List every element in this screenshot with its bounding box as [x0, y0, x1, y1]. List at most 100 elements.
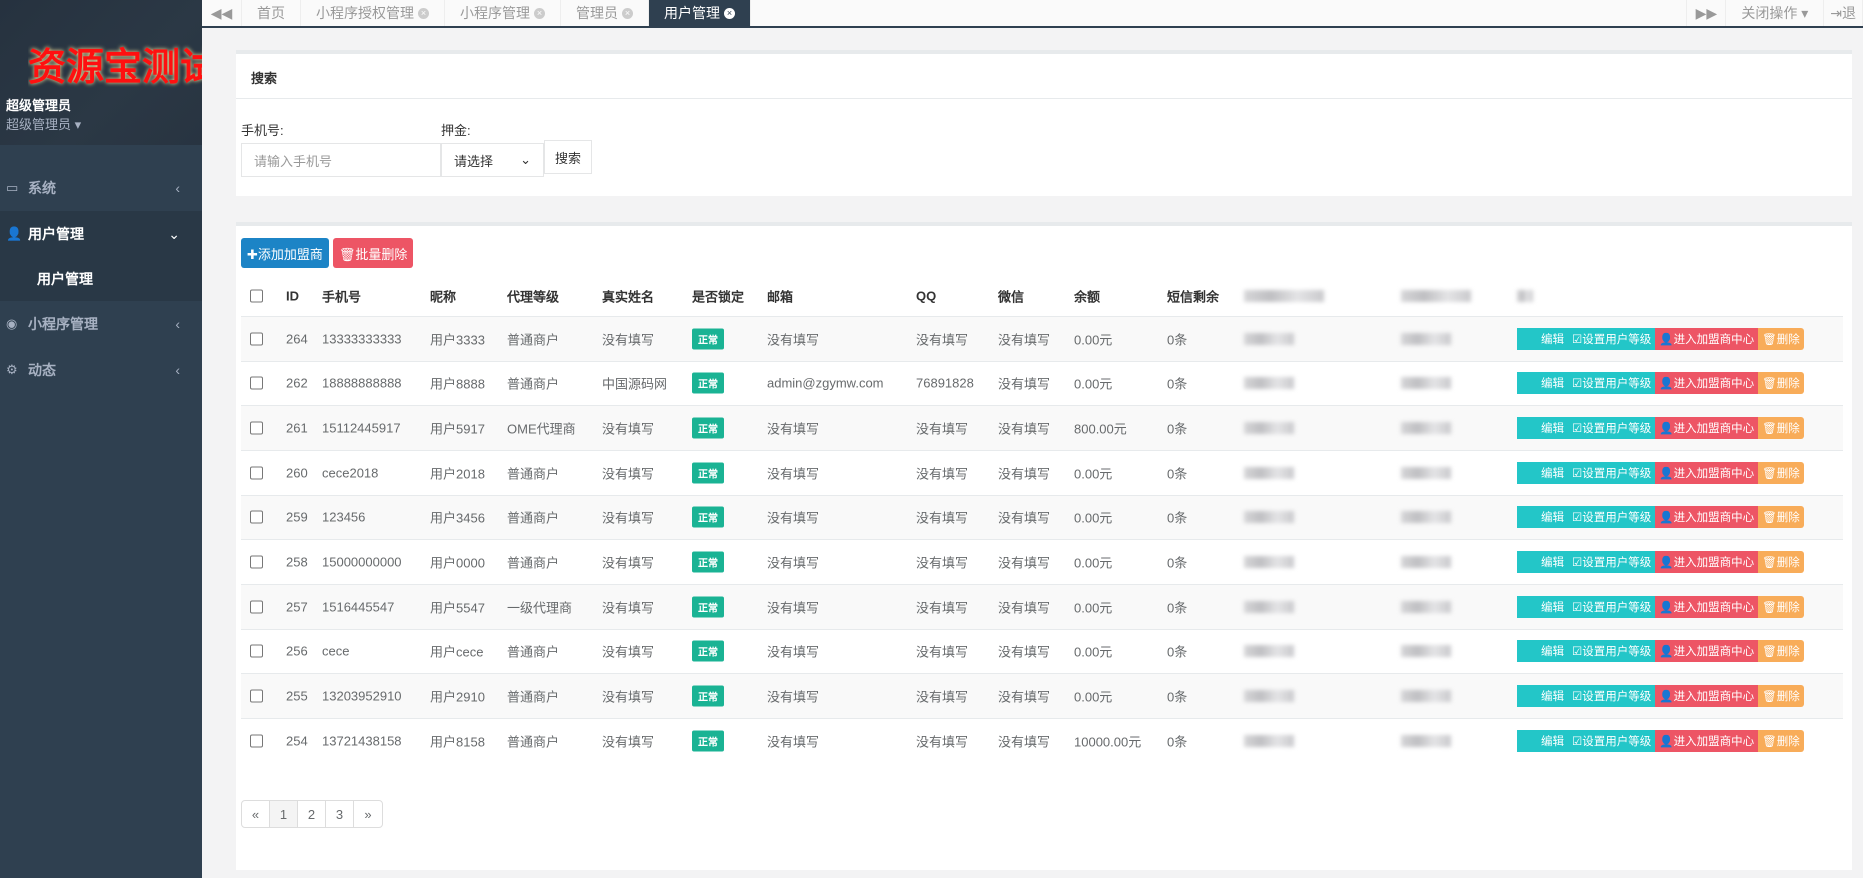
header-qq[interactable]: QQ [916, 289, 936, 304]
phone-input[interactable]: 请输入手机号 [241, 143, 441, 177]
delete-button[interactable]: 🗑删除 [1758, 461, 1804, 484]
row-checkbox[interactable] [250, 644, 263, 658]
search-button[interactable]: 搜索 [544, 140, 593, 174]
tabs-scroll-right-button[interactable]: ▶▶ [1686, 0, 1727, 26]
header-id[interactable]: ID [286, 289, 299, 304]
add-franchisee-button[interactable]: ✚添加加盟商 [241, 238, 329, 268]
sidebar-item-dynamic[interactable]: ⚙ 动态 ‹ [0, 347, 202, 393]
agent-level-cell: 普通商户 [507, 510, 560, 526]
edit-button[interactable]: 编辑 [1517, 461, 1568, 484]
header-agent-level[interactable]: 代理等级 [507, 287, 559, 306]
set-level-button[interactable]: ☑设置用户等级 [1568, 327, 1656, 350]
id-cell: 262 [286, 375, 308, 391]
sidebar-item-miniprogram[interactable]: ◉ 小程序管理 ‹ [0, 301, 202, 347]
select-all-checkbox[interactable] [250, 289, 263, 303]
header-phone[interactable]: 手机号 [322, 287, 361, 306]
set-level-button[interactable]: ☑设置用户等级 [1568, 506, 1656, 529]
row-checkbox[interactable] [250, 466, 263, 480]
tabs-scroll-left-button[interactable]: ◀◀ [202, 0, 242, 26]
enter-franchisee-center-button[interactable]: 👤进入加盟商中心 [1655, 729, 1759, 752]
delete-button[interactable]: 🗑删除 [1758, 327, 1804, 350]
header-nickname[interactable]: 昵称 [430, 287, 456, 306]
enter-franchisee-center-button[interactable]: 👤进入加盟商中心 [1655, 327, 1759, 350]
deposit-select[interactable]: 请选择 ⌄ [441, 143, 544, 177]
header-lock-status[interactable]: 是否锁定 [692, 287, 744, 306]
row-actions: 编辑 ☑设置用户等级 👤进入加盟商中心 🗑删除 [1517, 327, 1804, 350]
header-email[interactable]: 邮箱 [767, 287, 793, 306]
edit-button[interactable]: 编辑 [1517, 327, 1568, 350]
email-cell: 没有填写 [767, 689, 820, 705]
enter-franchisee-center-button[interactable]: 👤进入加盟商中心 [1655, 685, 1759, 708]
enter-franchisee-center-button[interactable]: 👤进入加盟商中心 [1655, 506, 1759, 529]
delete-button[interactable]: 🗑删除 [1758, 595, 1804, 618]
page-next[interactable]: » [354, 801, 382, 827]
close-operations-dropdown[interactable]: 关闭操作 ▾ [1726, 0, 1825, 26]
sidebar-item-system[interactable]: ▭ 系统 ‹ [0, 165, 202, 211]
edit-button[interactable]: 编辑 [1517, 372, 1568, 395]
tab-miniprogram-auth[interactable]: 小程序授权管理 × [301, 0, 445, 26]
table-row: 262 18888888888 用户8888 普通商户 中国源码网 正常 admin@zgy… [241, 360, 1843, 406]
enter-franchisee-center-button[interactable]: 👤进入加盟商中心 [1655, 551, 1759, 574]
edit-button[interactable]: 编辑 [1517, 640, 1568, 663]
close-icon[interactable]: × [724, 7, 735, 19]
row-checkbox[interactable] [250, 600, 263, 614]
set-level-button[interactable]: ☑设置用户等级 [1568, 595, 1656, 618]
page-prev[interactable]: « [242, 801, 270, 827]
row-checkbox[interactable] [250, 332, 263, 346]
header-wechat[interactable]: 微信 [998, 287, 1024, 306]
tab-user-management[interactable]: 用户管理 × [649, 0, 751, 26]
edit-button[interactable]: 编辑 [1517, 685, 1568, 708]
edit-button[interactable]: 编辑 [1517, 729, 1568, 752]
set-level-button[interactable]: ☑设置用户等级 [1568, 461, 1656, 484]
set-level-button[interactable]: ☑设置用户等级 [1568, 417, 1656, 440]
tab-admin[interactable]: 管理员 × [561, 0, 649, 26]
enter-franchisee-center-button[interactable]: 👤进入加盟商中心 [1655, 461, 1759, 484]
set-level-button[interactable]: ☑设置用户等级 [1568, 640, 1656, 663]
delete-button[interactable]: 🗑删除 [1758, 685, 1804, 708]
row-checkbox[interactable] [250, 421, 263, 435]
close-icon[interactable]: × [418, 7, 429, 19]
edit-button[interactable]: 编辑 [1517, 551, 1568, 574]
enter-franchisee-center-button[interactable]: 👤进入加盟商中心 [1655, 417, 1759, 440]
batch-delete-button[interactable]: 🗑批量删除 [332, 238, 414, 268]
header-real-name[interactable]: 真实姓名 [602, 287, 654, 306]
tab-home[interactable]: 首页 [242, 0, 301, 26]
user-role-dropdown[interactable]: 超级管理员 ▾ [6, 114, 81, 133]
row-checkbox[interactable] [250, 689, 263, 703]
edit-button[interactable]: 编辑 [1517, 506, 1568, 529]
sidebar-item-user-management[interactable]: 👤 用户管理 ⌄ [0, 211, 202, 257]
row-checkbox[interactable] [250, 555, 263, 569]
close-icon[interactable]: × [534, 7, 545, 19]
header-sms-remaining[interactable]: 短信剩余 [1167, 287, 1219, 306]
tab-miniprogram[interactable]: 小程序管理 × [445, 0, 561, 26]
delete-button[interactable]: 🗑删除 [1758, 372, 1804, 395]
row-checkbox[interactable] [250, 734, 263, 748]
page-3[interactable]: 3 [326, 801, 354, 827]
delete-button[interactable]: 🗑删除 [1758, 729, 1804, 752]
page-2[interactable]: 2 [298, 801, 326, 827]
row-checkbox[interactable] [250, 376, 263, 390]
edit-button[interactable]: 编辑 [1517, 595, 1568, 618]
edit-button[interactable]: 编辑 [1517, 417, 1568, 440]
set-level-button[interactable]: ☑设置用户等级 [1568, 372, 1656, 395]
set-level-button[interactable]: ☑设置用户等级 [1568, 551, 1656, 574]
delete-button[interactable]: 🗑删除 [1758, 551, 1804, 574]
header-balance[interactable]: 余额 [1074, 287, 1100, 306]
delete-button[interactable]: 🗑删除 [1758, 506, 1804, 529]
page-1[interactable]: 1 [270, 801, 298, 827]
enter-franchisee-center-button[interactable]: 👤进入加盟商中心 [1655, 595, 1759, 618]
delete-button[interactable]: 🗑删除 [1758, 417, 1804, 440]
enter-franchisee-center-button[interactable]: 👤进入加盟商中心 [1655, 372, 1759, 395]
enter-franchisee-center-button[interactable]: 👤进入加盟商中心 [1655, 640, 1759, 663]
delete-button[interactable]: 🗑删除 [1758, 640, 1804, 663]
qq-cell: 没有填写 [916, 332, 969, 348]
balance-cell: 800.00元 [1074, 421, 1127, 437]
blurred-cell [1401, 645, 1451, 658]
balance-cell: 0.00元 [1074, 689, 1113, 705]
close-icon[interactable]: × [622, 7, 633, 19]
row-checkbox[interactable] [250, 510, 263, 524]
set-level-button[interactable]: ☑设置用户等级 [1568, 685, 1656, 708]
sidebar-subitem-user-management[interactable]: 用户管理 [0, 257, 202, 301]
set-level-button[interactable]: ☑设置用户等级 [1568, 729, 1656, 752]
logout-button[interactable]: ⇥ 退 [1824, 0, 1863, 26]
